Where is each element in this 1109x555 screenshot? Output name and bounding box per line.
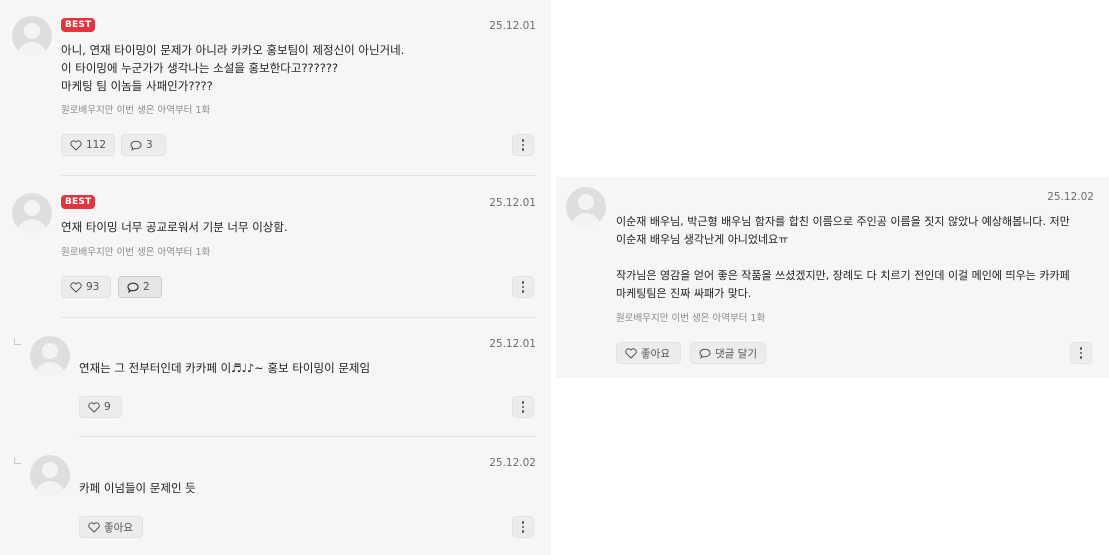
like-button[interactable]: 9 [79,396,122,418]
comment-date: 25.12.01 [489,197,536,209]
more-vertical-icon[interactable] [512,134,534,156]
heart-icon [88,521,100,533]
comment-detail-right: 25.12.02 이순재 배우님, 박근형 배우님 함자를 합친 이름으로 주인… [556,177,1109,378]
comment-text-line: 이순재 배우님, 박근형 배우님 함자를 합친 이름으로 주인공 이름을 짓지 … [616,215,1070,228]
comment-text-line: 아니, 연재 타이밍이 문제가 아니라 카카오 홍보팀이 제정신이 아닌거네. [61,43,405,57]
episode-link[interactable]: 원로배우지만 이번 생은 아역부터 1화 [61,102,210,116]
episode-link[interactable]: 원로배우지만 이번 생은 아역부터 1화 [616,310,765,324]
speech-bubble-icon [699,348,711,359]
reply-arrow-icon [14,338,21,345]
like-count: 112 [85,139,106,151]
comment-text-line: 마케팅팀은 진짜 싸패가 맞다. [616,287,752,300]
comment-text-line: 작가님은 영감을 얻어 좋은 작품을 쓰셨겠지만, 장례도 다 치르기 전인데 … [616,269,1070,282]
more-vertical-icon[interactable] [512,396,534,418]
reply-label: 댓글 달기 [715,347,757,360]
reply-count: 2 [143,281,150,293]
reply-count: 3 [146,139,153,151]
like-count: 9 [104,401,111,413]
reply-count-button[interactable]: 2 [118,276,162,298]
write-reply-button[interactable]: 댓글 달기 [690,342,766,364]
more-vertical-icon[interactable] [1070,342,1092,364]
like-label: 좋아요 [104,521,133,534]
reply-text: 연재는 그 전부터인데 카카페 이♬♩♪~ 홍보 타이밍이 문제임 [79,361,371,375]
like-count: 93 [86,281,100,293]
more-vertical-icon[interactable] [512,516,534,538]
comment-date: 25.12.02 [1047,191,1094,203]
comment-text-line: 연재 타이밍 너무 공교로워서 기분 너무 이상함. [61,220,288,234]
heart-icon [70,139,82,151]
divider [61,175,536,176]
episode-link[interactable]: 원로배우지만 이번 생은 아역부터 1화 [61,244,210,258]
best-badge: BEST [61,195,96,209]
divider [79,436,536,437]
heart-icon [70,281,82,293]
heart-icon [88,401,100,413]
reply-date: 25.12.01 [489,338,536,350]
user-avatar-icon[interactable] [12,193,52,233]
speech-bubble-icon [127,282,139,293]
like-label: 좋아요 [641,347,670,360]
comment-date: 25.12.01 [489,20,536,32]
user-avatar-icon[interactable] [30,336,70,376]
like-button[interactable]: 좋아요 [79,516,143,538]
divider [61,317,536,318]
best-badge: BEST [61,18,96,32]
user-avatar-icon[interactable] [30,455,70,495]
reply-date: 25.12.02 [489,457,536,469]
like-button[interactable]: 93 [61,276,111,298]
like-button[interactable]: 112 [61,134,115,156]
reply-count-button[interactable]: 3 [121,134,166,156]
user-avatar-icon[interactable] [12,16,52,56]
comment-list-left: BEST 25.12.01 아니, 연재 타이밍이 문제가 아니라 카카오 홍보… [0,0,551,555]
comment-text-line: 이 타이밍에 누군가가 생각나는 소설을 홍보한다고?????? [61,61,339,75]
user-avatar-icon[interactable] [566,187,606,227]
comment-text-line: 마케팅 팀 이놈들 사패인가???? [61,79,213,93]
reply-arrow-icon [14,457,21,464]
heart-icon [625,347,637,359]
more-vertical-icon[interactable] [512,276,534,298]
speech-bubble-icon [130,140,142,151]
comment-text-line: 이순재 배우님 생각난게 아니었네요ㅠ [616,233,789,246]
like-button[interactable]: 좋아요 [616,342,681,364]
reply-text: 카페 이넘들이 문제인 듯 [79,481,196,495]
